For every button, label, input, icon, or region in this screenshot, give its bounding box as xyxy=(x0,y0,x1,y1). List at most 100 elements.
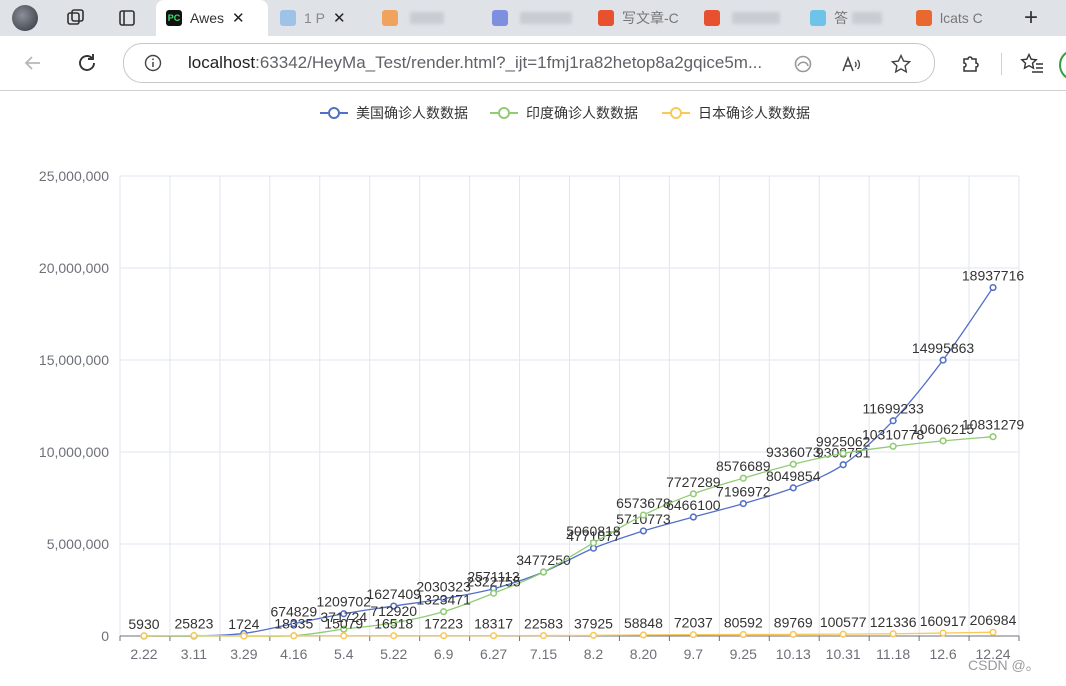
data-label: 17223 xyxy=(424,616,463,632)
data-point[interactable] xyxy=(789,630,797,638)
data-label: 72037 xyxy=(674,615,713,631)
data-label: 5060818 xyxy=(566,523,621,539)
favorite-star-icon[interactable] xyxy=(890,53,912,75)
close-tab-icon[interactable]: ✕ xyxy=(333,9,346,27)
data-label: 6466100 xyxy=(666,497,721,513)
data-point[interactable] xyxy=(639,631,648,639)
data-point[interactable] xyxy=(390,632,398,640)
edge-collections-icon[interactable] xyxy=(792,53,814,75)
legend-marker xyxy=(670,107,682,119)
data-point[interactable] xyxy=(739,474,747,482)
tab-favicon xyxy=(280,10,296,26)
data-point[interactable] xyxy=(589,631,598,639)
back-button[interactable] xyxy=(20,50,46,76)
x-tick-label: 6.27 xyxy=(480,646,507,662)
data-label: 16518 xyxy=(374,616,413,632)
address-bar[interactable]: localhost:63342/HeyMa_Test/render.html?_… xyxy=(123,43,935,83)
data-point[interactable] xyxy=(489,632,498,640)
x-tick-label: 3.29 xyxy=(230,646,257,662)
tab-7[interactable]: 答 xyxy=(800,0,904,36)
data-point[interactable] xyxy=(589,539,598,547)
line-chart: 美国确诊人数数据 印度确诊人数数据 日本确诊人数数据 0 5,000,000 10,00… xyxy=(39,105,1024,662)
data-point[interactable] xyxy=(789,460,797,468)
data-label: 1724 xyxy=(228,616,259,632)
tab-active[interactable]: PC Awes ✕ xyxy=(156,0,268,36)
data-point[interactable] xyxy=(939,437,947,445)
legend-item[interactable]: 印度确诊人数数据 xyxy=(490,105,638,121)
data-label: 6573678 xyxy=(616,495,671,511)
extensions-button[interactable] xyxy=(958,50,984,76)
data-point[interactable] xyxy=(240,632,248,640)
tab-5[interactable]: 写文章-C xyxy=(588,0,692,36)
data-label: 1209702 xyxy=(316,594,371,610)
data-point[interactable] xyxy=(440,608,448,616)
data-point[interactable] xyxy=(539,568,548,576)
data-label: 11699233 xyxy=(863,401,924,417)
data-label: 206984 xyxy=(970,612,1017,628)
data-point[interactable] xyxy=(739,630,747,639)
data-point[interactable] xyxy=(539,631,548,640)
data-label: 100577 xyxy=(820,614,867,630)
data-label: 7196972 xyxy=(716,484,771,500)
tab-favicon xyxy=(382,10,398,26)
data-point[interactable] xyxy=(190,631,198,640)
data-point[interactable] xyxy=(839,461,847,469)
data-point[interactable] xyxy=(689,631,697,639)
data-point[interactable] xyxy=(889,442,897,450)
x-tick-label: 10.31 xyxy=(826,646,861,662)
data-point[interactable] xyxy=(989,628,997,636)
legend-item[interactable]: 日本确诊人数数据 xyxy=(662,105,810,121)
data-point[interactable] xyxy=(839,630,847,638)
tab-4[interactable] xyxy=(482,0,586,36)
y-tick-label: 15,000,000 xyxy=(39,352,109,368)
data-point[interactable] xyxy=(989,433,997,441)
data-point[interactable] xyxy=(140,632,148,640)
data-point[interactable] xyxy=(489,589,498,597)
data-point[interactable] xyxy=(689,513,697,521)
data-point[interactable] xyxy=(789,484,797,492)
profile-avatar[interactable] xyxy=(12,5,38,31)
data-point[interactable] xyxy=(639,511,648,519)
tab-6[interactable] xyxy=(694,0,798,36)
navigation-bar: localhost:63342/HeyMa_Test/render.html?_… xyxy=(0,36,1066,91)
data-point[interactable] xyxy=(889,417,897,425)
workspaces-icon[interactable] xyxy=(62,6,88,30)
data-point[interactable] xyxy=(839,449,847,457)
data-point[interactable] xyxy=(639,527,648,535)
data-point[interactable] xyxy=(290,632,298,640)
data-point[interactable] xyxy=(440,632,448,640)
puzzle-icon xyxy=(963,56,979,72)
data-point[interactable] xyxy=(939,356,947,364)
reload-button[interactable] xyxy=(74,50,100,76)
url-text[interactable]: localhost:63342/HeyMa_Test/render.html?_… xyxy=(188,53,762,73)
close-tab-icon[interactable]: ✕ xyxy=(232,9,245,27)
y-tick-label: 20,000,000 xyxy=(39,260,109,276)
tab-8[interactable]: lcats C xyxy=(906,0,1012,36)
x-axis: 2.22 3.11 3.29 4.16 5.4 5.22 6.9 6.27 7.15 8.2 8.2… xyxy=(119,635,1020,662)
chart-legend[interactable]: 美国确诊人数数据 印度确诊人数数据 日本确诊人数数据 xyxy=(320,105,810,121)
favorites-button[interactable] xyxy=(1019,50,1045,76)
new-tab-button[interactable]: + xyxy=(1016,4,1046,32)
legend-item[interactable]: 美国确诊人数数据 xyxy=(320,105,468,121)
data-point[interactable] xyxy=(889,630,897,638)
data-label: 37925 xyxy=(574,615,613,631)
data-label: 80592 xyxy=(724,615,763,631)
x-tick-label: 9.25 xyxy=(730,646,757,662)
data-label: 1323471 xyxy=(416,592,471,608)
tab-actions-icon[interactable] xyxy=(114,6,140,30)
series-1: 6748291209702162740920303232571113347725… xyxy=(140,268,1024,640)
tab-title: Awes xyxy=(190,10,224,26)
copilot-icon[interactable] xyxy=(1059,49,1066,81)
tab-favicon xyxy=(492,10,508,26)
data-point[interactable] xyxy=(989,283,997,292)
tab-2[interactable]: 1 P ✕ xyxy=(270,0,370,36)
data-point[interactable] xyxy=(689,490,697,498)
tab-3[interactable] xyxy=(372,0,480,36)
data-point[interactable] xyxy=(739,499,747,508)
data-point[interactable] xyxy=(340,632,348,640)
site-info-icon[interactable] xyxy=(144,54,162,72)
legend-label: 印度确诊人数数据 xyxy=(526,105,638,121)
data-point[interactable] xyxy=(939,629,947,637)
csdn-icon xyxy=(598,10,614,26)
read-aloud-icon[interactable] xyxy=(840,53,862,75)
